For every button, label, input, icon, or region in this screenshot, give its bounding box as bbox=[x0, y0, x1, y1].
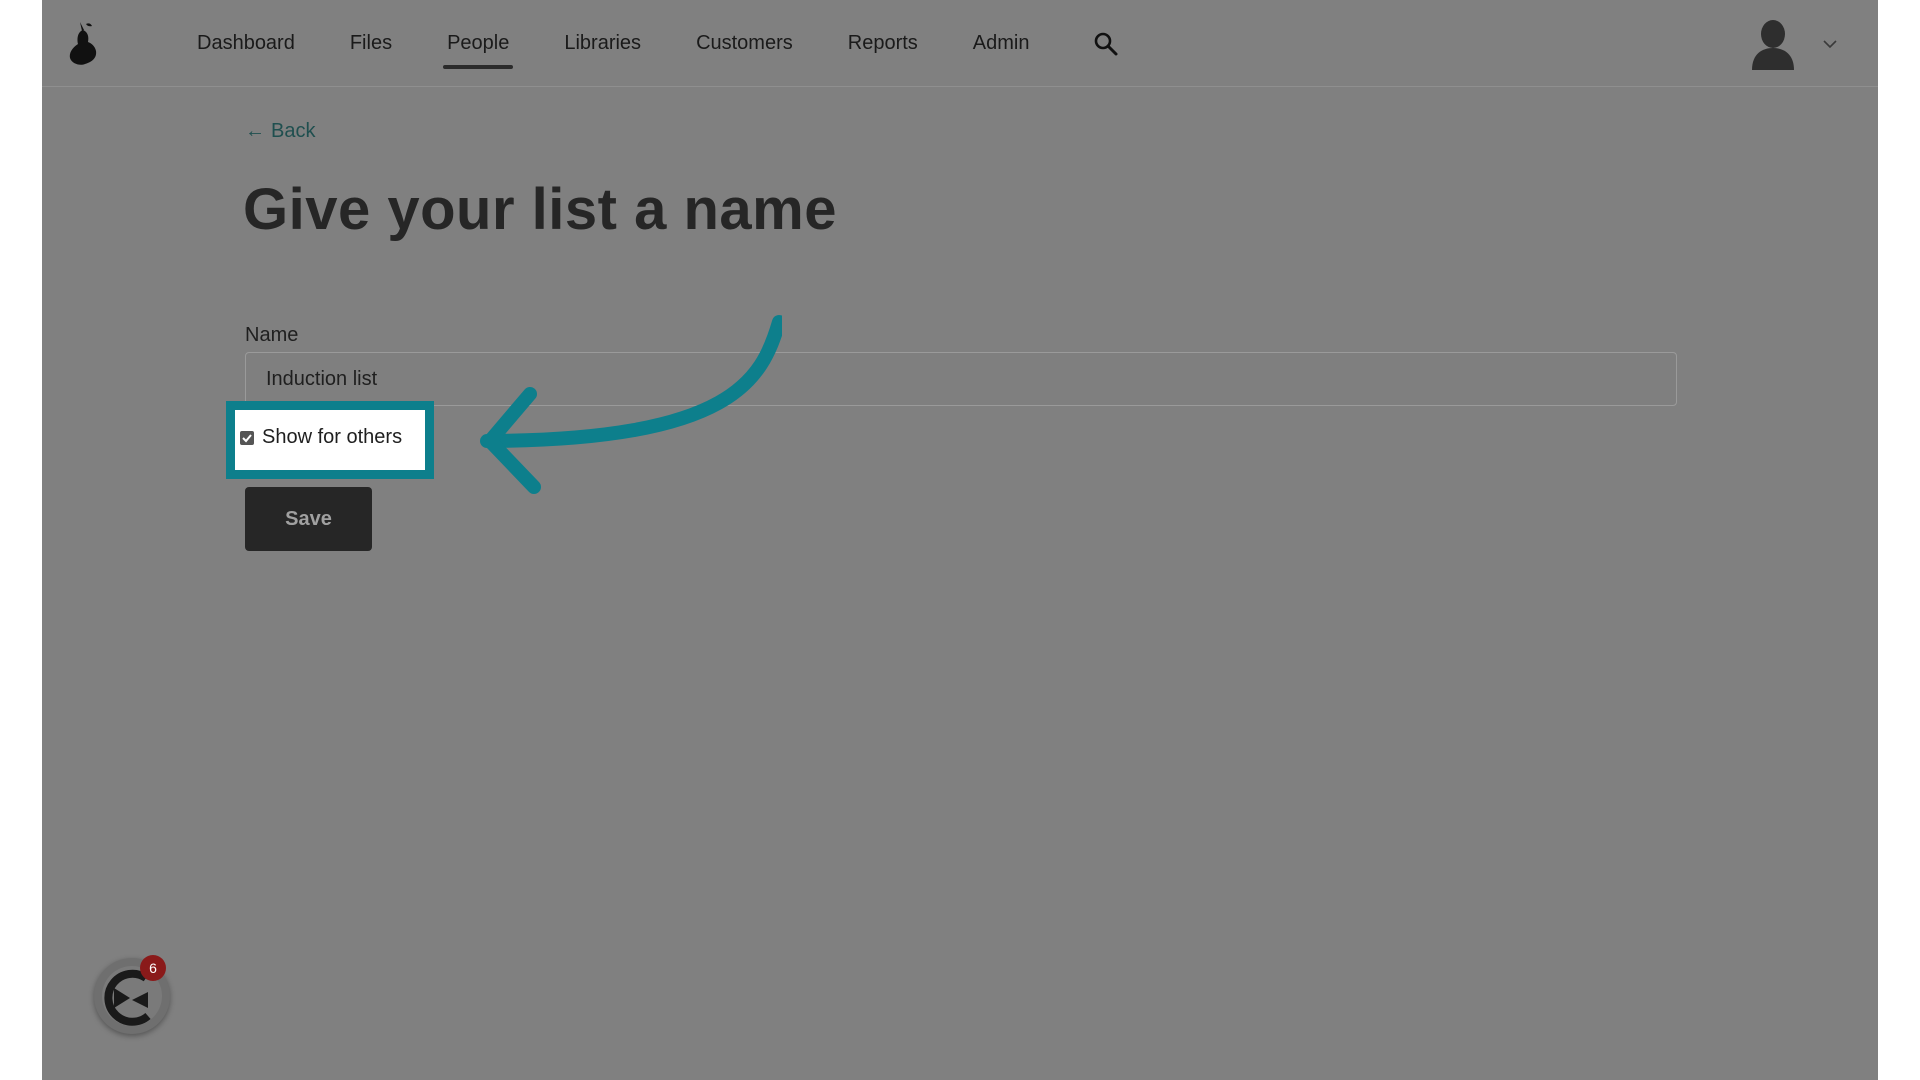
top-navigation: Dashboard Files People Libraries Custome… bbox=[42, 0, 1878, 87]
checkbox-label: Show for others bbox=[262, 426, 403, 448]
nav-item-reports[interactable]: Reports bbox=[848, 0, 918, 87]
name-label: Name bbox=[245, 324, 299, 346]
pear-logo-icon[interactable] bbox=[66, 20, 100, 66]
nav-item-libraries[interactable]: Libraries bbox=[564, 0, 641, 87]
save-button[interactable]: Save bbox=[245, 487, 372, 551]
name-input[interactable] bbox=[245, 352, 1677, 406]
back-label: Back bbox=[271, 120, 316, 142]
checkbox-checked-icon[interactable] bbox=[240, 430, 254, 445]
nav-item-dashboard[interactable]: Dashboard bbox=[197, 0, 295, 87]
notification-badge: 6 bbox=[140, 955, 166, 981]
back-link[interactable]: ← Back bbox=[245, 120, 315, 143]
nav-item-files[interactable]: Files bbox=[350, 0, 392, 87]
page-title: Give your list a name bbox=[243, 177, 837, 242]
nav-item-admin[interactable]: Admin bbox=[973, 0, 1030, 87]
app-window: Dashboard Files People Libraries Custome… bbox=[42, 0, 1878, 1080]
nav-menu: Dashboard Files People Libraries Custome… bbox=[197, 0, 1085, 87]
search-icon[interactable] bbox=[1092, 30, 1120, 58]
nav-item-people[interactable]: People bbox=[443, 0, 514, 87]
show-for-others-checkbox[interactable]: Show for others bbox=[240, 426, 402, 449]
back-arrow-icon: ← bbox=[245, 120, 265, 142]
nav-item-customers[interactable]: Customers bbox=[696, 0, 793, 87]
chevron-down-icon[interactable] bbox=[1822, 38, 1838, 50]
avatar-icon[interactable] bbox=[1748, 18, 1798, 70]
